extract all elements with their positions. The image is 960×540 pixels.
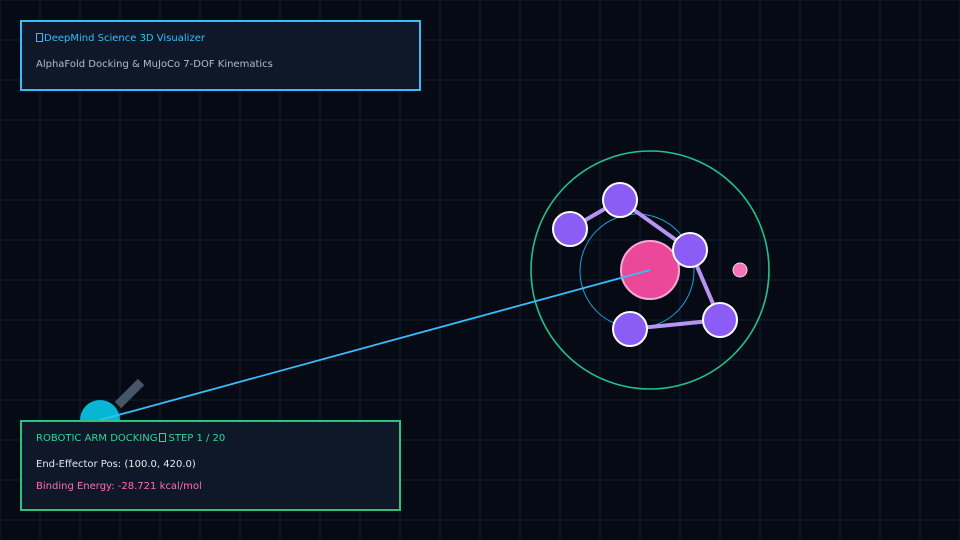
step-counter: STEP 1 / 20 — [168, 433, 226, 444]
arm-link — [114, 378, 145, 409]
app-title: DeepMind Science 3D Visualizer — [36, 33, 205, 44]
robotic-arm — [80, 269, 651, 440]
header-panel: DeepMind Science 3D Visualizer AlphaFold… — [20, 20, 421, 91]
missing-glyph-icon — [36, 33, 43, 42]
atom — [702, 302, 738, 338]
atom — [552, 211, 588, 247]
status-panel: ROBOTIC ARM DOCKING STEP 1 / 20 End-Effec… — [20, 420, 401, 511]
atom — [612, 311, 648, 347]
app-subtitle: AlphaFold Docking & MuJoCo 7-DOF Kinemat… — [36, 59, 273, 70]
docking-beam — [99, 269, 651, 421]
mode-step-line: ROBOTIC ARM DOCKING STEP 1 / 20 — [36, 433, 225, 444]
atom — [672, 232, 708, 268]
app-title-text: DeepMind Science 3D Visualizer — [44, 33, 205, 44]
target-marker — [732, 262, 748, 278]
atom — [602, 182, 638, 218]
mode-label: ROBOTIC ARM DOCKING — [36, 433, 158, 444]
binding-energy: Binding Energy: -28.721 kcal/mol — [36, 481, 202, 492]
end-effector-position: End-Effector Pos: (100.0, 420.0) — [36, 459, 196, 470]
missing-glyph-icon — [159, 433, 167, 442]
